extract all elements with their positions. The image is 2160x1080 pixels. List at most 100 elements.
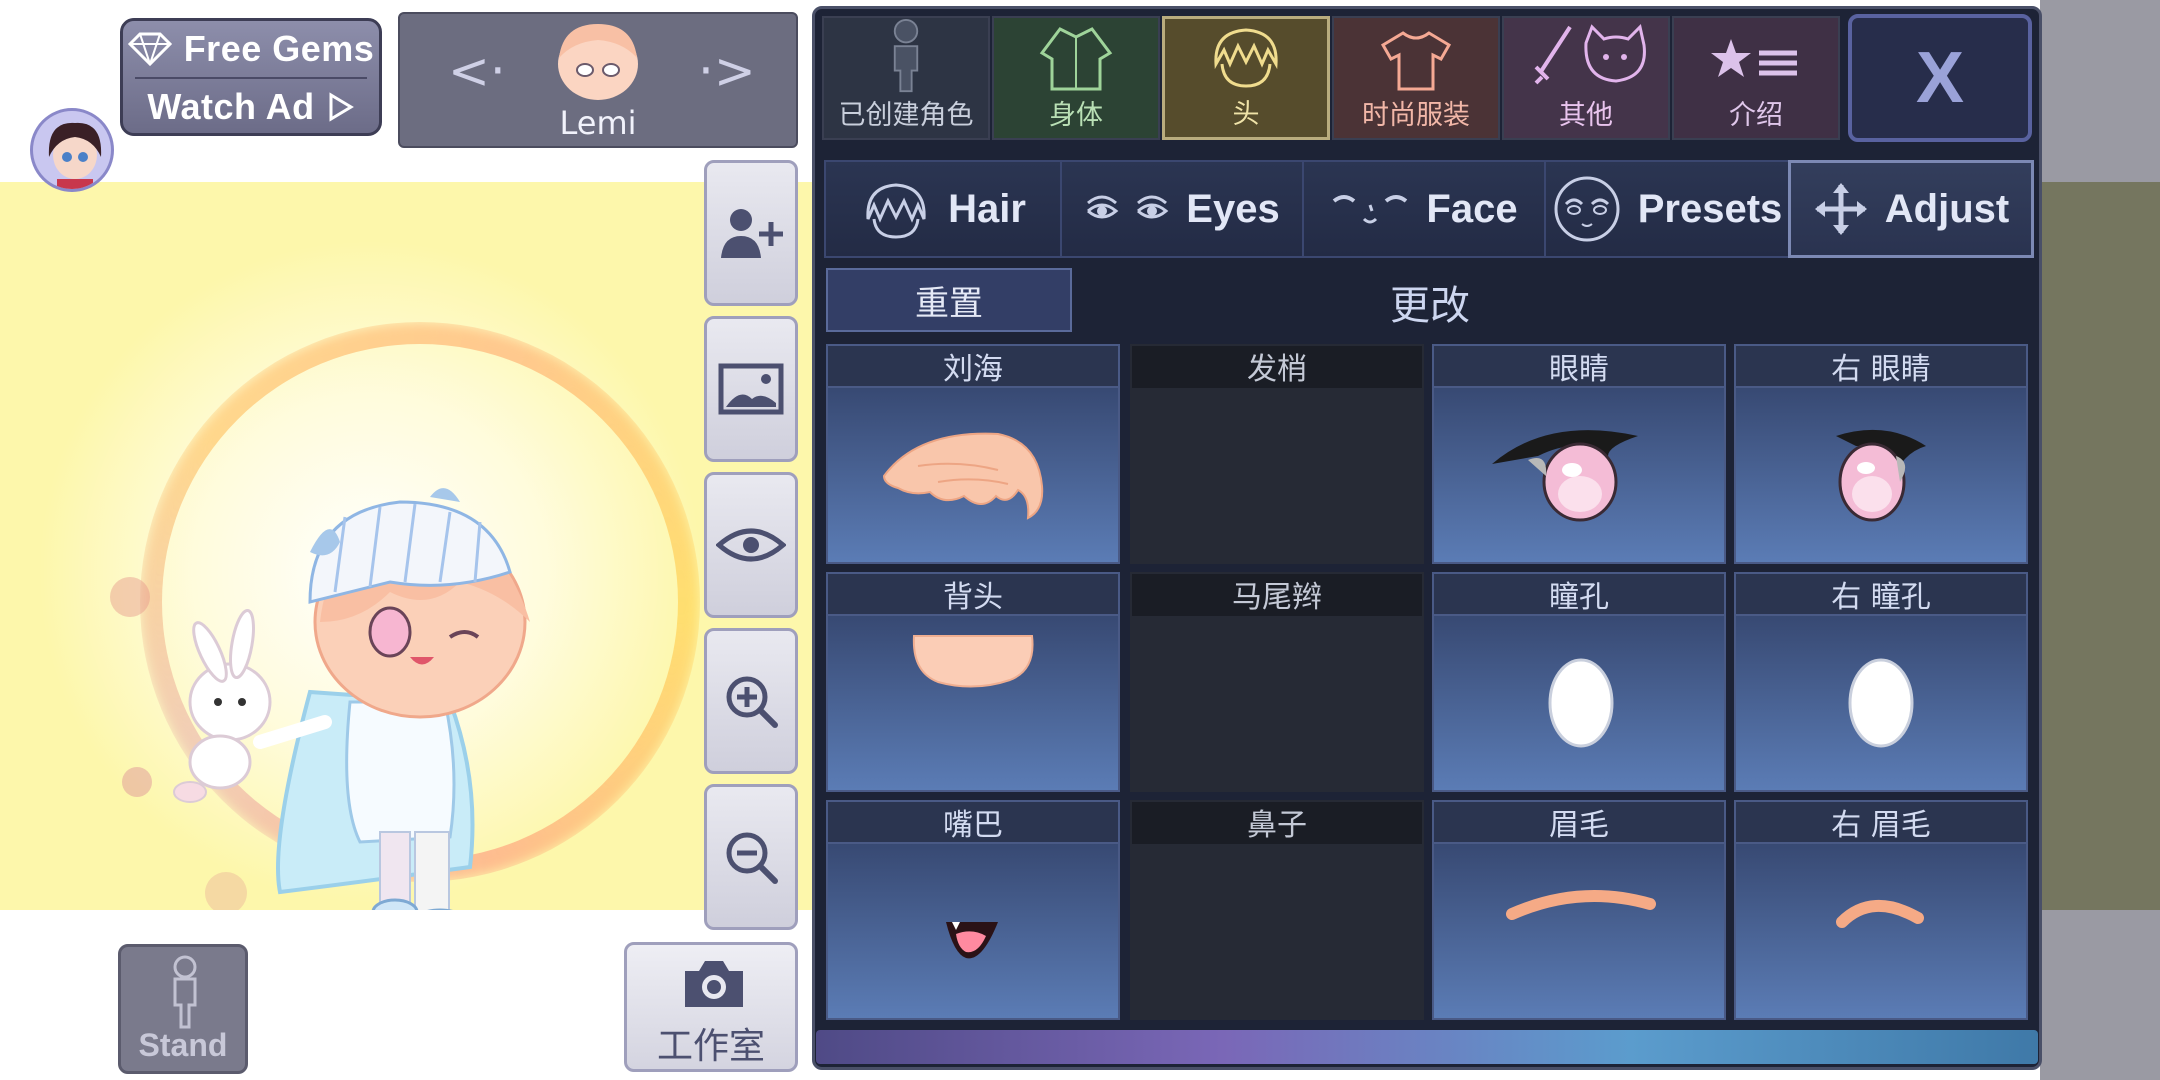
grid-item-label: 嘴巴 [828,802,1118,844]
close-button[interactable]: X [1848,14,2032,142]
grid-item-label: 发梢 [1132,346,1422,388]
studio-label: 工作室 [656,1026,765,1067]
add-character-button[interactable] [704,160,798,306]
camera-icon [685,961,743,1007]
character-lemi[interactable] [160,422,600,910]
grid-item-mouth[interactable]: 嘴巴 [826,800,1120,1020]
category-head[interactable]: 头 [1162,16,1330,140]
stand-pose-button[interactable]: Stand [118,944,248,1074]
next-character-button[interactable]: ·> [698,42,756,100]
character-head-icon [558,24,638,100]
zoom-out-icon [726,832,778,884]
tab-adjust[interactable]: Adjust [1788,160,2034,258]
free-gems-widget[interactable]: Free Gems Watch Ad [120,18,382,136]
watch-ad-row[interactable]: Watch Ad [123,79,379,135]
grid-item-pupil[interactable]: 瞳孔 [1432,572,1726,792]
zoom-in-icon [726,676,778,728]
free-gems-row[interactable]: Free Gems [123,21,379,77]
presets-face-icon [1554,176,1620,242]
grid-item-label: 右 眼睛 [1736,346,2026,388]
star-list-icon [1711,39,1797,77]
grid-item-right-eyebrow[interactable]: 右 眉毛 [1734,800,2028,1020]
category-label: 时尚服装 [1362,100,1470,131]
eye-right-preview [1836,429,1926,522]
reset-button[interactable]: 重置 [826,268,1072,332]
add-person-icon [721,209,783,258]
category-fashion[interactable]: 时尚服装 [1332,16,1500,140]
category-intro[interactable]: 介绍 [1672,16,1840,140]
category-label: 其他 [1559,100,1613,131]
zoom-in-button[interactable] [704,628,798,774]
side-margin-dim [2040,182,2160,910]
eyebrow-preview [1836,900,1924,928]
grid-item-bangs[interactable]: 刘海 [826,344,1120,564]
grid-item-hair-ends[interactable]: 发梢 [1130,344,1424,564]
mouth-preview [946,922,998,959]
category-label: 头 [1232,99,1260,130]
grid-item-label: 右 瞳孔 [1736,574,2026,616]
close-icon: X [1915,38,1965,118]
category-label: 身体 [1049,100,1103,131]
grid-item-label: 背头 [828,574,1118,616]
reset-label: 重置 [915,283,983,324]
zoom-out-button[interactable] [704,784,798,930]
back-hair-preview [912,635,1034,688]
play-icon [329,92,354,122]
visibility-button[interactable] [704,472,798,618]
tab-label: Adjust [1884,186,2010,231]
grid-item-label: 右 眉毛 [1736,802,2026,844]
hair-icon [866,183,926,239]
eyebrow-preview [1506,890,1656,920]
tab-eyes[interactable]: Eyes [1060,160,1304,258]
grid-item-label: 瞳孔 [1434,574,1724,616]
head-hair-icon [1214,28,1278,88]
grid-item-nose[interactable]: 鼻子 [1130,800,1424,1020]
tab-face[interactable]: Face [1302,160,1546,258]
grid-item-ponytail[interactable]: 马尾辫 [1130,572,1424,792]
panel-bottom-bar [816,1030,2038,1064]
category-body[interactable]: 身体 [992,16,1160,140]
grid-item-right-eye[interactable]: 右 眼睛 [1734,344,2028,564]
gem-icon [127,32,172,66]
grid-item-eyebrow[interactable]: 眉毛 [1432,800,1726,1020]
character-name: Lemi [559,104,637,142]
category-other[interactable]: 其他 [1502,16,1670,140]
bokeh-dot [122,767,152,797]
grid-item-right-pupil[interactable]: 右 瞳孔 [1734,572,2028,792]
tab-label: Eyes [1186,186,1280,231]
grid-item-eyes[interactable]: 眼睛 [1432,344,1726,564]
grid-item-label: 马尾辫 [1132,574,1422,616]
move-arrows-icon [1814,183,1867,235]
character-silhouette-icon [893,18,919,93]
tab-presets[interactable]: Presets [1544,160,1790,258]
character-selector: <· ·> Lemi [398,12,798,148]
category-created-characters[interactable]: 已创建角色 [822,16,990,140]
pupil-preview [1848,658,1914,748]
grid-item-label: 鼻子 [1132,802,1422,844]
image-icon [718,363,784,415]
grid-item-label: 刘海 [828,346,1118,388]
avatar-portrait [48,122,102,189]
sword-cat-icon [1534,24,1646,85]
body-jacket-icon [1039,27,1113,91]
category-label: 介绍 [1729,100,1783,131]
tab-hair[interactable]: Hair [824,160,1062,258]
prev-character-button[interactable]: <· [448,42,506,100]
eyes-icon [1087,195,1169,219]
stand-label: Stand [138,1027,228,1063]
face-icon [1333,195,1408,224]
grid-item-label: 眼睛 [1434,346,1724,388]
grid-item-back-hair[interactable]: 背头 [826,572,1120,792]
eye-icon [716,528,786,562]
studio-button[interactable]: 工作室 [624,942,798,1072]
change-title: 更改 [1390,283,1470,329]
tab-label: Hair [948,186,1026,231]
category-label: 已创建角色 [838,100,974,131]
avatar[interactable] [30,108,114,192]
tab-label: Presets [1637,186,1783,231]
pupil-preview [1548,658,1614,748]
stand-figure-icon [173,955,197,1029]
bangs-preview [882,432,1044,520]
tshirt-icon [1380,31,1452,91]
background-button[interactable] [704,316,798,462]
